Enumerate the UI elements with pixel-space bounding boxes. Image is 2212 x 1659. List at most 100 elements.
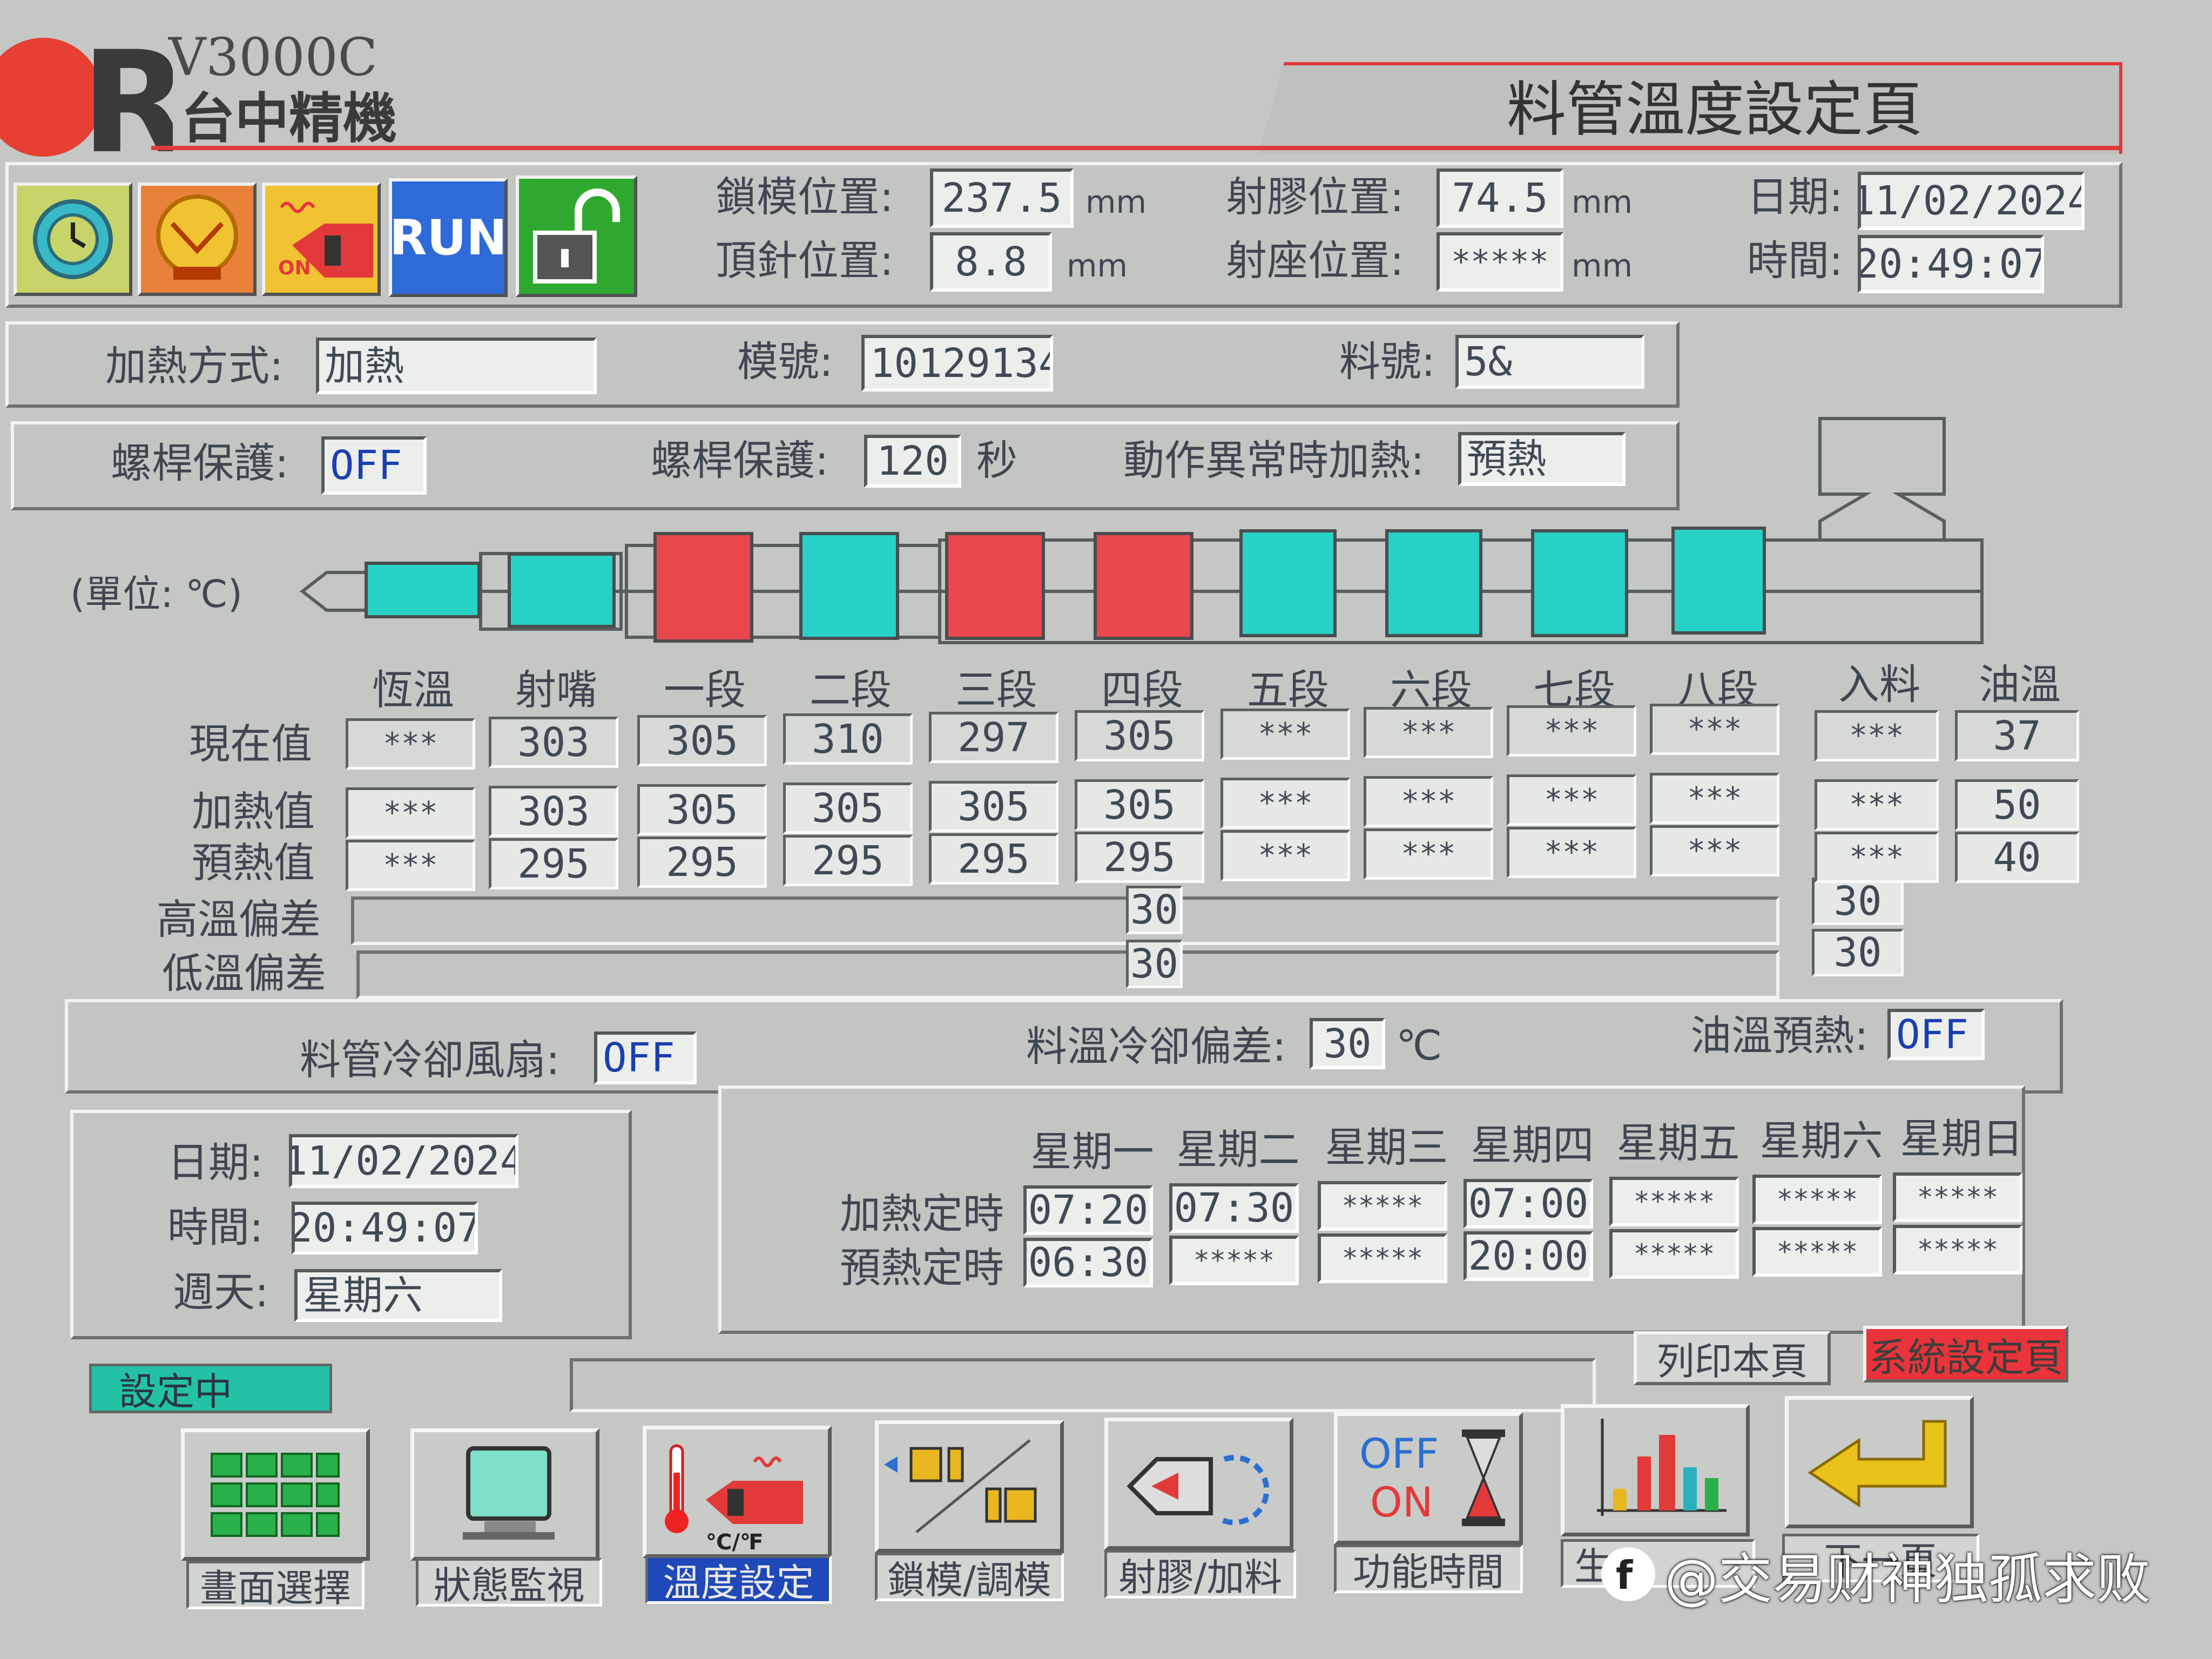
- schedule-preheat-6[interactable]: *****: [1893, 1225, 2022, 1274]
- schedule-heat-2[interactable]: *****: [1318, 1181, 1447, 1231]
- temp-current-zone-8: ***: [1507, 705, 1636, 757]
- nav-screen-select-button[interactable]: [181, 1428, 370, 1561]
- temp-heat-extra-0[interactable]: ***: [1815, 779, 1939, 831]
- temp-preheat-extra-0[interactable]: ***: [1815, 832, 1939, 883]
- temp-preheat-zone-7[interactable]: ***: [1364, 828, 1493, 880]
- heat-mode-value[interactable]: 加熱: [316, 338, 597, 394]
- schedule-preheat-2[interactable]: *****: [1318, 1233, 1447, 1283]
- temp-preheat-zone-9[interactable]: ***: [1650, 825, 1779, 876]
- svg-text:f: f: [1616, 1553, 1633, 1598]
- temp-current-zone-4: 297: [929, 712, 1058, 763]
- heater-button[interactable]: ON: [262, 183, 381, 296]
- alarm-button[interactable]: [138, 183, 257, 296]
- cycle-clock-button[interactable]: [14, 183, 132, 296]
- nav-temp-setting-button[interactable]: ℃/℉: [643, 1426, 832, 1558]
- schedule-heat-1[interactable]: 07:30: [1169, 1183, 1299, 1233]
- ejector-pos-value: 8.8: [930, 232, 1052, 292]
- schedule-preheat-4[interactable]: *****: [1609, 1229, 1739, 1279]
- unlock-button[interactable]: [516, 176, 637, 297]
- schedule-preheat-5[interactable]: *****: [1752, 1227, 1882, 1277]
- schedule-heat-label: 加熱定時: [840, 1190, 1004, 1238]
- schedule-heat-5[interactable]: *****: [1752, 1175, 1882, 1224]
- temp-preheat-zone-8[interactable]: ***: [1507, 827, 1636, 878]
- schedule-heat-6[interactable]: *****: [1893, 1172, 2022, 1222]
- system-settings-button[interactable]: 系統設定頁: [1863, 1326, 2068, 1382]
- clock-time-value[interactable]: 20:49:07: [292, 1202, 478, 1255]
- nav-function-time-button[interactable]: OFF ON: [1334, 1412, 1523, 1545]
- temp-heat-zone-1[interactable]: 303: [489, 786, 618, 837]
- clock-date-label: 日期:: [167, 1138, 264, 1186]
- on-text: ON: [1370, 1478, 1433, 1526]
- grid-menu-icon: [211, 1453, 340, 1537]
- temp-preheat-zone-1[interactable]: 295: [489, 838, 618, 889]
- temp-preheat-zone-6[interactable]: ***: [1220, 830, 1350, 881]
- temp-heat-zone-5[interactable]: 305: [1075, 779, 1204, 831]
- barrel-zone-2: [799, 532, 899, 640]
- temp-heat-zone-7[interactable]: ***: [1364, 776, 1493, 827]
- nav-back-button[interactable]: [1785, 1396, 1974, 1528]
- cooling-fan-value[interactable]: OFF: [594, 1031, 697, 1084]
- temp-heat-zone-9[interactable]: ***: [1650, 773, 1779, 824]
- extra-low-dev-value[interactable]: 30: [1812, 929, 1904, 976]
- extra-high-dev-value[interactable]: 30: [1812, 878, 1904, 925]
- clock-weekday-value[interactable]: 星期六: [294, 1269, 502, 1322]
- carriage-pos-label: 射座位置:: [1226, 237, 1404, 285]
- temp-heat-extra-1[interactable]: 50: [1955, 779, 2079, 831]
- clock-date-value[interactable]: 11/02/2024: [289, 1134, 518, 1188]
- oil-preheat-value[interactable]: OFF: [1887, 1009, 1985, 1060]
- cooling-dev-value[interactable]: 30: [1310, 1018, 1385, 1069]
- temp-preheat-zone-2[interactable]: 295: [637, 837, 767, 888]
- temp-heat-zone-2[interactable]: 305: [637, 784, 767, 835]
- watermark-text: @交易财神独孤求败: [1664, 1547, 2150, 1611]
- temp-preheat-extra-1[interactable]: 40: [1955, 832, 2079, 883]
- temp-heat-zone-0[interactable]: ***: [346, 787, 475, 839]
- schedule-preheat-1[interactable]: *****: [1169, 1236, 1299, 1285]
- ejector-pos-label: 頂針位置:: [716, 237, 894, 285]
- temp-current-zone-6: ***: [1220, 709, 1350, 760]
- nav-status-monitor-button[interactable]: [410, 1428, 599, 1561]
- schedule-preheat-0[interactable]: 06:30: [1023, 1238, 1153, 1287]
- mold-no-value[interactable]: 10129134: [861, 335, 1053, 392]
- schedule-preheat-3[interactable]: 20:00: [1464, 1231, 1593, 1281]
- schedule-heat-0[interactable]: 07:20: [1023, 1185, 1153, 1235]
- schedule-heat-3[interactable]: 07:00: [1464, 1179, 1593, 1229]
- temp-unit-text: ℃/℉: [706, 1530, 764, 1554]
- temp-preheat-zone-3[interactable]: 295: [783, 835, 913, 886]
- print-page-button[interactable]: 列印本頁: [1634, 1331, 1831, 1385]
- barrel-zone-1: [653, 532, 753, 643]
- nav-production-button[interactable]: [1561, 1404, 1750, 1536]
- unit-label: (單位: ℃): [70, 572, 243, 616]
- clamp-pos-value: 237.5: [930, 168, 1074, 228]
- svg-text:R: R: [81, 32, 173, 162]
- schedule-heat-4[interactable]: *****: [1609, 1177, 1739, 1226]
- row-label-0: 現在值: [189, 720, 312, 768]
- zone-header-4: 三段: [955, 666, 1037, 714]
- clock-icon: [33, 199, 113, 279]
- temp-preheat-zone-4[interactable]: 295: [929, 833, 1058, 885]
- temp-heat-zone-8[interactable]: ***: [1507, 774, 1636, 826]
- barrel-zone-7: [1531, 529, 1628, 637]
- heat-mode-label: 加熱方式:: [105, 342, 284, 390]
- schedule-day-5: 星期六: [1759, 1117, 1883, 1165]
- material-no-value[interactable]: 5&: [1455, 335, 1644, 389]
- schedule-day-2: 星期三: [1325, 1123, 1448, 1171]
- temp-heat-zone-3[interactable]: 305: [783, 783, 913, 834]
- high-dev-value[interactable]: 30: [1126, 886, 1183, 934]
- low-dev-bar: [356, 950, 1779, 999]
- message-bar: [570, 1358, 1596, 1412]
- barrel-zone-4: [1094, 532, 1193, 640]
- low-dev-value[interactable]: 30: [1126, 940, 1183, 988]
- run-button[interactable]: RUN: [389, 178, 508, 297]
- temp-heat-zone-4[interactable]: 305: [929, 781, 1058, 832]
- nav-inject-feed-button[interactable]: [1104, 1418, 1293, 1550]
- temp-current-zone-5: 305: [1075, 710, 1204, 761]
- header-time-value: 20:49:07: [1858, 235, 2044, 293]
- temp-preheat-zone-5[interactable]: 295: [1075, 832, 1204, 883]
- row-label-4: 低溫偏差: [162, 949, 326, 997]
- material-no-label: 料號:: [1339, 338, 1435, 386]
- temp-heat-zone-6[interactable]: ***: [1220, 778, 1350, 829]
- barrel-zone-8: [1671, 527, 1766, 635]
- nav-clamp-mold-button[interactable]: [875, 1420, 1064, 1553]
- inject-pos-value: 74.5: [1437, 168, 1563, 228]
- temp-preheat-zone-0[interactable]: ***: [346, 840, 475, 891]
